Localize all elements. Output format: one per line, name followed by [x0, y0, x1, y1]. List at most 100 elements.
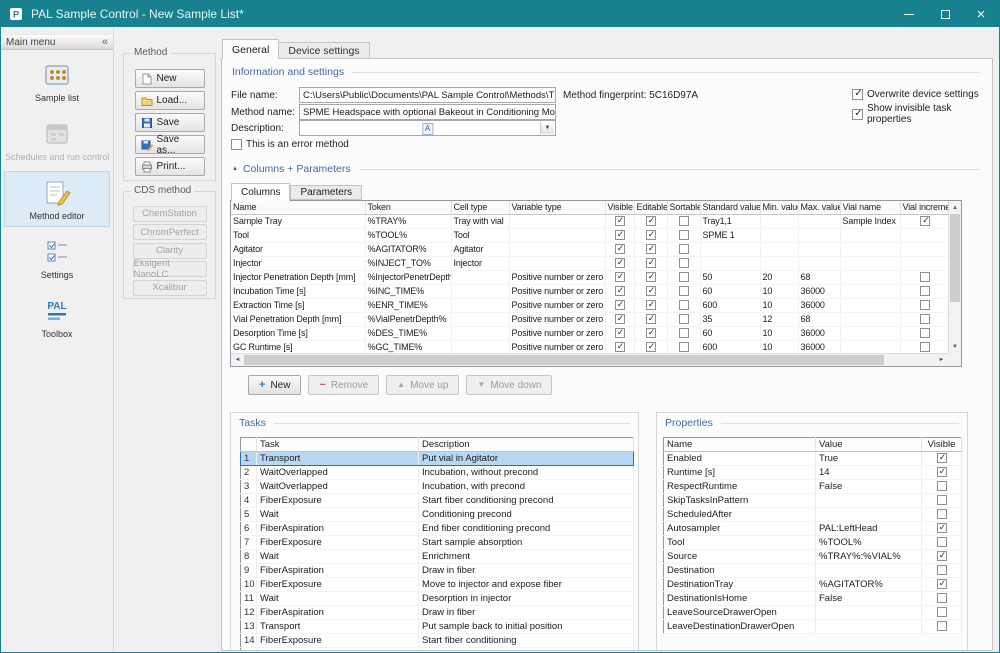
tab-device-settings[interactable]: Device settings — [279, 42, 369, 59]
vertical-scroll-thumb[interactable] — [950, 214, 960, 302]
columns-grid-row[interactable]: Agitator%AGITATOR%Agitator — [231, 242, 948, 256]
editable-checkbox[interactable] — [646, 230, 656, 240]
task-row[interactable]: 2WaitOverlappedIncubation, without preco… — [241, 466, 634, 480]
visible-checkbox[interactable] — [937, 565, 947, 575]
subtab-parameters[interactable]: Parameters — [290, 185, 362, 200]
visible-checkbox[interactable] — [615, 328, 625, 338]
vial-increment-checkbox[interactable] — [920, 286, 930, 296]
column-header-token[interactable]: Token — [365, 201, 451, 214]
load-method-button[interactable]: Load... — [135, 91, 205, 110]
sidebar-item-method-editor[interactable]: Method editor — [4, 171, 110, 227]
column-header-standard-value[interactable]: Standard value — [700, 201, 760, 214]
property-row[interactable]: DestinationIsHomeFalse — [664, 592, 962, 606]
minimize-button[interactable] — [891, 1, 927, 27]
overwrite-device-settings-checkbox[interactable] — [852, 89, 863, 100]
save-method-button[interactable]: Save — [135, 113, 205, 132]
scroll-up-icon[interactable]: ▲ — [949, 201, 961, 214]
visible-checkbox[interactable] — [615, 244, 625, 254]
columns-grid-row[interactable]: Extraction Time [s]%ENR_TIME%Positive nu… — [231, 298, 948, 312]
visible-checkbox[interactable] — [615, 300, 625, 310]
visible-checkbox[interactable] — [937, 523, 947, 533]
task-row[interactable]: 6FiberAspirationEnd fiber conditioning p… — [241, 522, 634, 536]
vial-increment-checkbox[interactable] — [920, 328, 930, 338]
task-row[interactable]: 4FiberExposureStart fiber conditioning p… — [241, 494, 634, 508]
vial-increment-checkbox[interactable] — [920, 314, 930, 324]
vial-increment-checkbox[interactable] — [920, 216, 930, 226]
sortable-checkbox[interactable] — [679, 342, 689, 352]
vial-increment-checkbox[interactable] — [920, 342, 930, 352]
task-row[interactable]: 12FiberAspirationDraw in fiber — [241, 606, 634, 620]
editable-checkbox[interactable] — [646, 272, 656, 282]
subtab-columns[interactable]: Columns — [231, 183, 290, 201]
property-row[interactable]: EnabledTrue — [664, 452, 962, 466]
sortable-checkbox[interactable] — [679, 230, 689, 240]
columns-grid-row[interactable]: Injector Penetration Depth [mm]%Injector… — [231, 270, 948, 284]
scroll-down-icon[interactable]: ▼ — [949, 340, 961, 353]
tab-general[interactable]: General — [222, 39, 279, 59]
sortable-checkbox[interactable] — [679, 258, 689, 268]
visible-checkbox[interactable] — [937, 467, 947, 477]
property-row[interactable]: LeaveSourceDrawerOpen — [664, 606, 962, 620]
visible-checkbox[interactable] — [615, 258, 625, 268]
column-header-min-value[interactable]: Min. value — [760, 201, 798, 214]
columns-grid-row[interactable]: Injector%INJECT_TO%Injector — [231, 256, 948, 270]
sortable-checkbox[interactable] — [679, 300, 689, 310]
editable-checkbox[interactable] — [646, 342, 656, 352]
horizontal-scroll-thumb[interactable] — [244, 355, 884, 365]
visible-checkbox[interactable] — [937, 495, 947, 505]
editable-checkbox[interactable] — [646, 300, 656, 310]
file-name-field[interactable]: C:\Users\Public\Documents\PAL Sample Con… — [299, 87, 556, 103]
task-row[interactable]: 5WaitConditioning precond — [241, 508, 634, 522]
editable-checkbox[interactable] — [646, 328, 656, 338]
editable-checkbox[interactable] — [646, 314, 656, 324]
visible-checkbox[interactable] — [615, 230, 625, 240]
task-row[interactable]: 13TransportPut sample back to initial po… — [241, 620, 634, 634]
visible-checkbox[interactable] — [615, 342, 625, 352]
editable-checkbox[interactable] — [646, 286, 656, 296]
sortable-checkbox[interactable] — [679, 328, 689, 338]
editable-checkbox[interactable] — [646, 244, 656, 254]
columns-grid-row[interactable]: Desorption Time [s]%DES_TIME%Positive nu… — [231, 326, 948, 340]
column-header-editable[interactable]: Editable — [634, 201, 667, 214]
editable-checkbox[interactable] — [646, 258, 656, 268]
column-header-visible[interactable]: Visible — [605, 201, 634, 214]
column-header-vial-increment[interactable]: Vial increment — [900, 201, 948, 214]
columns-grid-row[interactable]: Incubation Time [s]%INC_TIME%Positive nu… — [231, 284, 948, 298]
column-header-vial-name[interactable]: Vial name — [840, 201, 900, 214]
task-row[interactable]: 9FiberAspirationDraw in fiber — [241, 564, 634, 578]
description-dropdown[interactable]: A ▼ — [299, 120, 556, 136]
vial-increment-checkbox[interactable] — [920, 272, 930, 282]
task-row[interactable]: 15WaitConditioning — [241, 648, 634, 652]
sidebar-item-settings[interactable]: Settings — [4, 230, 110, 286]
task-row[interactable]: 7FiberExposureStart sample absorption — [241, 536, 634, 550]
sortable-checkbox[interactable] — [679, 272, 689, 282]
new-column-button[interactable]: + New — [248, 375, 301, 395]
columns-grid-row[interactable]: Tool%TOOL%ToolSPME 1 — [231, 228, 948, 242]
columns-grid-row[interactable]: Vial Penetration Depth [mm]%VialPenetrDe… — [231, 312, 948, 326]
visible-checkbox[interactable] — [937, 453, 947, 463]
scroll-left-icon[interactable]: ◄ — [231, 354, 244, 366]
column-header-max-value[interactable]: Max. value — [798, 201, 840, 214]
horizontal-scrollbar[interactable]: ◄ ► — [231, 353, 948, 366]
editable-checkbox[interactable] — [646, 216, 656, 226]
task-row[interactable]: 10FiberExposureMove to injector and expo… — [241, 578, 634, 592]
column-header-cell-type[interactable]: Cell type — [451, 201, 509, 214]
sidebar-item-sample-list[interactable]: Sample list — [4, 53, 110, 109]
column-header-name[interactable]: Name — [231, 201, 365, 214]
property-row[interactable]: Source%TRAY%:%VIAL% — [664, 550, 962, 564]
vial-increment-checkbox[interactable] — [920, 300, 930, 310]
property-row[interactable]: LeaveDestinationDrawerOpen — [664, 620, 962, 634]
property-row[interactable]: Destination — [664, 564, 962, 578]
visible-checkbox[interactable] — [937, 579, 947, 589]
maximize-button[interactable] — [927, 1, 963, 27]
collapse-section-icon[interactable]: ▲ — [232, 166, 238, 172]
column-header-sortable[interactable]: Sortable — [667, 201, 700, 214]
error-method-checkbox[interactable] — [231, 139, 242, 150]
task-row[interactable]: 1TransportPut vial in Agitator — [241, 452, 634, 466]
visible-checkbox[interactable] — [615, 286, 625, 296]
method-name-field[interactable]: SPME Headspace with optional Bakeout in … — [299, 104, 556, 120]
task-row[interactable]: 8WaitEnrichment — [241, 550, 634, 564]
property-row[interactable]: AutosamplerPAL:LeftHead — [664, 522, 962, 536]
sortable-checkbox[interactable] — [679, 314, 689, 324]
visible-checkbox[interactable] — [615, 314, 625, 324]
